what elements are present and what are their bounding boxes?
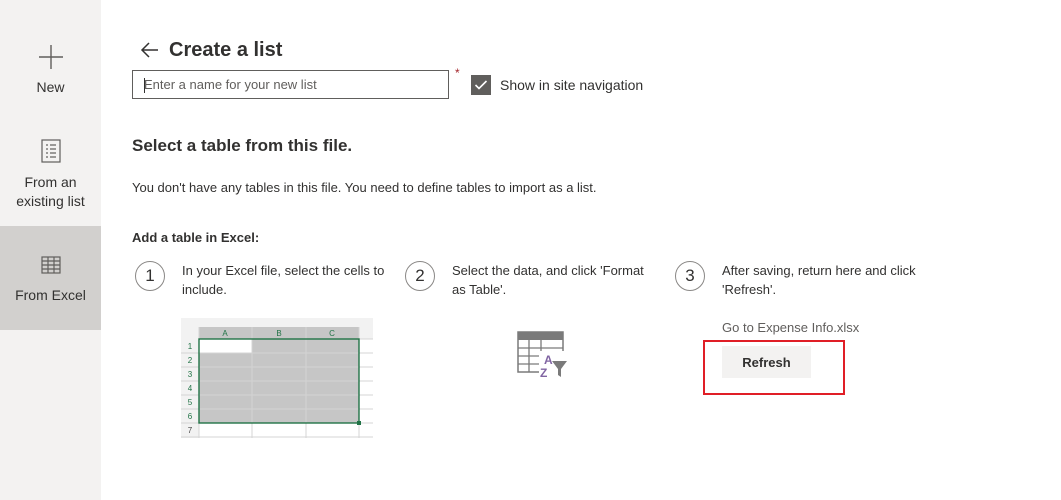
checkbox-box[interactable] <box>471 75 491 95</box>
row-header-3: 3 <box>188 370 193 379</box>
row-header-4: 4 <box>188 384 193 393</box>
excel-selection-illustration: A B C 1 2 3 4 5 6 7 <box>181 318 373 438</box>
sidebar-item-existing-list[interactable]: From an existing list <box>0 113 101 226</box>
text-caret <box>144 78 145 93</box>
list-name-input[interactable] <box>132 70 449 99</box>
row-header-6: 6 <box>188 412 193 421</box>
sidebar-item-from-excel[interactable]: From Excel <box>0 226 101 330</box>
table-icon <box>40 256 61 274</box>
go-to-file-link[interactable]: Go to Expense Info.xlsx <box>722 320 859 335</box>
column-header-c: C <box>329 329 335 338</box>
sidebar-item-new[interactable]: New <box>0 0 101 113</box>
plus-icon <box>38 45 63 69</box>
step-2-text: Select the data, and click 'Format as Ta… <box>452 263 644 297</box>
checkmark-icon <box>474 80 488 90</box>
required-marker: * <box>455 66 460 80</box>
sort-letter-a: A <box>544 353 553 367</box>
add-table-heading: Add a table in Excel: <box>132 230 260 245</box>
step-2-number: 2 <box>405 261 435 291</box>
section-title: Select a table from this file. <box>132 136 353 155</box>
show-in-navigation-label: Show in site navigation <box>500 77 644 93</box>
format-as-table-icon: A Z <box>517 331 569 379</box>
step-1-number: 1 <box>135 261 165 291</box>
row-header-5: 5 <box>188 398 193 407</box>
show-in-navigation-checkbox[interactable]: Show in site navigation <box>471 75 643 95</box>
main-panel: Create a list * Show in site navigation … <box>101 0 1061 500</box>
info-text: You don't have any tables in this file. … <box>132 180 597 195</box>
sidebar-item-label: New <box>36 79 65 95</box>
column-header-a: A <box>222 329 228 338</box>
sort-letter-z: Z <box>540 366 547 379</box>
sidebar-item-label: From an existing list <box>16 174 85 209</box>
list-icon <box>40 139 61 163</box>
header: Create a list <box>139 36 282 64</box>
step-3-number: 3 <box>675 261 705 291</box>
sidebar: New From an existing list From Excel <box>0 0 101 500</box>
back-arrow-icon[interactable] <box>139 39 161 61</box>
page-title: Create a list <box>169 38 283 61</box>
step-1-text: In your Excel file, select the cells to … <box>182 263 385 297</box>
step-3-text: After saving, return here and click 'Ref… <box>722 263 916 297</box>
refresh-button[interactable]: Refresh <box>722 346 811 378</box>
row-header-2: 2 <box>188 356 193 365</box>
sidebar-item-label: From Excel <box>15 287 86 303</box>
row-header-1: 1 <box>188 342 193 351</box>
row-header-7: 7 <box>188 426 193 435</box>
column-header-b: B <box>276 329 281 338</box>
